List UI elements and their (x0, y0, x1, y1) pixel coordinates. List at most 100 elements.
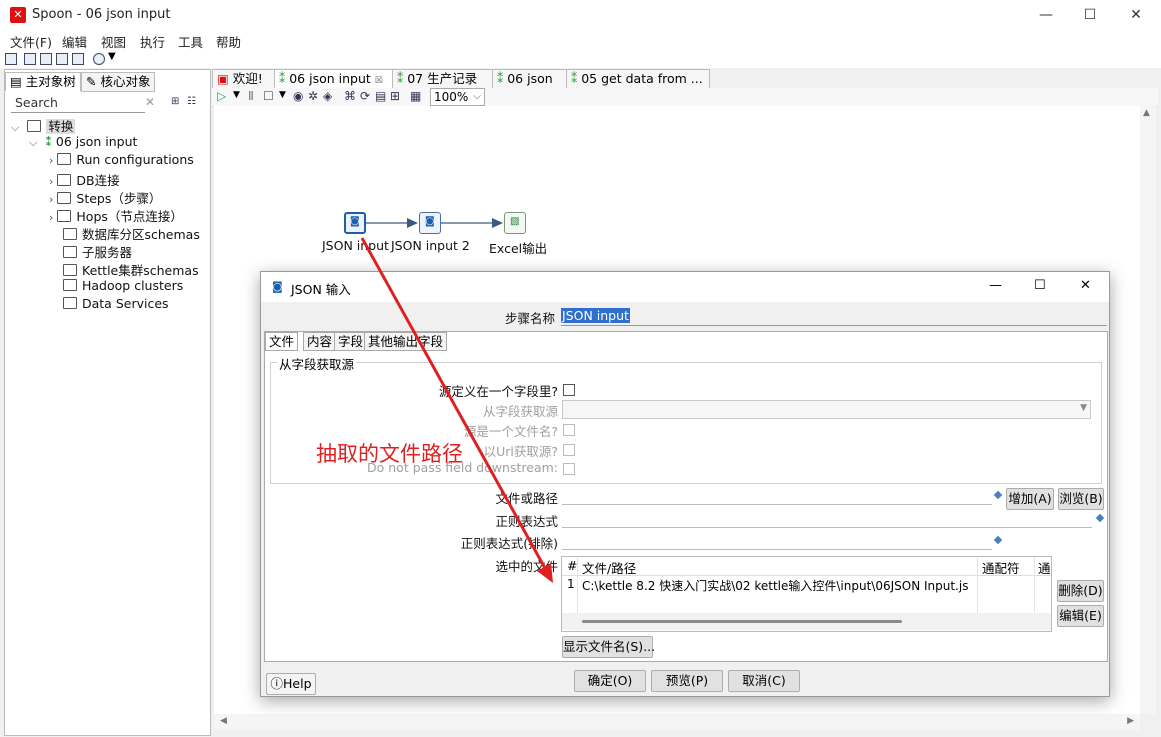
vertical-scrollbar[interactable]: ▲ (1140, 106, 1156, 714)
tab-07-production[interactable]: ⁑ 07 生产记录 (392, 69, 494, 88)
preview-button[interactable]: 预览(P) (651, 670, 723, 692)
tree-item-partition-schemas[interactable]: 数据库分区schemas (63, 224, 200, 243)
chevron-right-icon[interactable]: › (49, 193, 53, 206)
menu-file[interactable]: 文件(F) (10, 32, 52, 51)
table-scroll-thumb[interactable] (582, 620, 902, 623)
clear-search-icon[interactable]: ✕ (145, 95, 155, 109)
variable-icon (1095, 513, 1105, 523)
stop-dropdown-icon[interactable]: ▼ (279, 90, 286, 100)
chevron-down-icon[interactable]: ▼ (1080, 403, 1087, 413)
layers-icon[interactable] (93, 53, 105, 65)
chevron-right-icon[interactable]: › (49, 175, 53, 188)
chevron-down-icon[interactable]: ⌵ (473, 89, 481, 105)
tree-root[interactable]: ⌵ 转换 (11, 116, 76, 135)
tree-item-cluster-schemas[interactable]: Kettle集群schemas (63, 260, 199, 279)
verify-icon[interactable]: ⌘ (344, 89, 356, 103)
edit-button[interactable]: 编辑(E) (1057, 605, 1104, 627)
add-button[interactable]: 增加(A) (1006, 488, 1054, 510)
variable-icon (993, 490, 1003, 500)
dialog-tab-file[interactable]: 文件 (265, 332, 299, 351)
new-file-icon[interactable] (5, 53, 17, 65)
ok-button[interactable]: 确定(O) (574, 670, 646, 692)
tree-item-db-connections[interactable]: › DB连接 (49, 170, 120, 189)
chevron-right-icon[interactable]: › (49, 154, 53, 167)
preview-icon[interactable]: ◉ (293, 89, 303, 103)
explore-db-icon[interactable]: ⊞ (390, 89, 400, 103)
tree-transform[interactable]: ⌵ ⁑ 06 json input (29, 134, 137, 150)
help-button[interactable]: ⓘHelp (266, 673, 316, 695)
browse-button[interactable]: 浏览(B) (1058, 488, 1104, 510)
tab-06-json-input[interactable]: ⁑ 06 json input ☒ (274, 69, 394, 88)
table-hscrollbar[interactable] (562, 613, 1051, 630)
menu-tools[interactable]: 工具 (178, 32, 203, 51)
save-icon[interactable] (56, 53, 68, 65)
chevron-right-icon[interactable]: › (49, 211, 53, 224)
chevron-down-icon[interactable]: ⌵ (11, 121, 19, 134)
replay-icon[interactable]: ◈ (323, 89, 332, 103)
run-icon[interactable]: ▷ (217, 89, 226, 103)
dialog-close-button[interactable]: ✕ (1080, 278, 1091, 293)
get-source-from-field-select[interactable]: ▼ (562, 400, 1091, 419)
collapse-tree-icon[interactable]: ☷ (187, 96, 196, 107)
read-source-as-url-checkbox[interactable] (563, 444, 575, 456)
tab-welcome[interactable]: ▣ 欢迎! (212, 69, 276, 88)
do-not-pass-field-checkbox[interactable] (563, 463, 575, 475)
tree-item-steps[interactable]: › Steps（步骤） (49, 188, 161, 207)
step-name-input[interactable]: JSON input (561, 308, 1107, 326)
dialog-tab-fields[interactable]: 字段 (334, 332, 368, 351)
tree-item-run-configurations[interactable]: › Run configurations (49, 152, 194, 167)
tree-item-hadoop-clusters[interactable]: Hadoop clusters (63, 278, 183, 293)
tab-main-object-tree-label: 主对象树 (25, 74, 76, 89)
source-in-field-checkbox[interactable] (563, 384, 575, 396)
tab-06-json[interactable]: ⁑ 06 json (492, 69, 568, 88)
menu-edit[interactable]: 编辑 (62, 32, 87, 51)
tree-item-hops[interactable]: › Hops（节点连接） (49, 206, 183, 225)
debug-icon[interactable]: ✲ (308, 89, 318, 103)
source-is-filename-checkbox[interactable] (563, 424, 575, 436)
file-or-dir-input[interactable] (562, 487, 992, 505)
dialog-tab-other-output-fields[interactable]: 其他输出字段 (364, 332, 448, 351)
open-file-icon[interactable] (24, 53, 36, 65)
menu-run[interactable]: 执行 (140, 32, 165, 51)
explore-icon[interactable] (40, 53, 52, 65)
show-filenames-button[interactable]: 显示文件名(S)... (562, 636, 655, 658)
grid-icon[interactable]: ▦ (410, 89, 421, 103)
scroll-right-icon[interactable]: ▶ (1127, 716, 1134, 726)
maximize-button[interactable]: ☐ (1067, 0, 1113, 30)
zoom-select[interactable]: 100% ⌵ (430, 88, 485, 106)
tab-core-objects[interactable]: ✎ 核心对象 (81, 72, 156, 92)
tree-item-label: DB连接 (76, 173, 120, 188)
tab-label: 06 json (507, 71, 553, 86)
expand-tree-icon[interactable]: ⊞ (171, 96, 179, 107)
run-dropdown-icon[interactable]: ▼ (233, 90, 240, 100)
dialog-minimize-button[interactable]: — (989, 278, 1002, 293)
table-row[interactable]: 1 C:\kettle 8.2 快速入门实战\02 kettle输入控件\inp… (562, 576, 1051, 594)
scroll-up-icon[interactable]: ▲ (1143, 108, 1150, 118)
selected-files-label: 选中的文件 (495, 559, 558, 574)
regex-input[interactable] (562, 510, 1092, 528)
scroll-left-icon[interactable]: ◀ (220, 716, 227, 726)
impact-icon[interactable]: ⟳ (360, 89, 370, 103)
save-as-icon[interactable] (72, 53, 84, 65)
regex-exclude-input[interactable] (562, 532, 992, 550)
tree-item-data-services[interactable]: Data Services (63, 296, 169, 311)
stop-icon[interactable]: ☐ (263, 89, 274, 103)
layers-dropdown-icon[interactable]: ▼ (108, 51, 116, 62)
chevron-down-icon[interactable]: ⌵ (29, 136, 37, 149)
tab-main-object-tree[interactable]: ▤ 主对象树 (5, 72, 81, 91)
menu-view[interactable]: 视图 (101, 32, 126, 51)
pause-icon[interactable]: Ⅱ (248, 89, 254, 103)
tab-05-get-data[interactable]: ⁑ 05 get data from ... (566, 69, 710, 88)
delete-button[interactable]: 删除(D) (1057, 580, 1104, 602)
tree-item-slave-servers[interactable]: 子服务器 (63, 242, 132, 261)
menu-help[interactable]: 帮助 (216, 32, 241, 51)
close-button[interactable]: ✕ (1113, 0, 1159, 30)
close-tab-icon[interactable]: ☒ (375, 76, 383, 86)
cancel-button[interactable]: 取消(C) (728, 670, 800, 692)
horizontal-scrollbar[interactable]: ◀ ▶ (214, 714, 1140, 730)
search-input[interactable]: Search (11, 94, 145, 113)
dialog-maximize-button[interactable]: ☐ (1034, 278, 1046, 293)
minimize-button[interactable]: — (1023, 0, 1069, 30)
sql-icon[interactable]: ▤ (375, 89, 386, 103)
dialog-tab-content[interactable]: 内容 (303, 332, 337, 351)
